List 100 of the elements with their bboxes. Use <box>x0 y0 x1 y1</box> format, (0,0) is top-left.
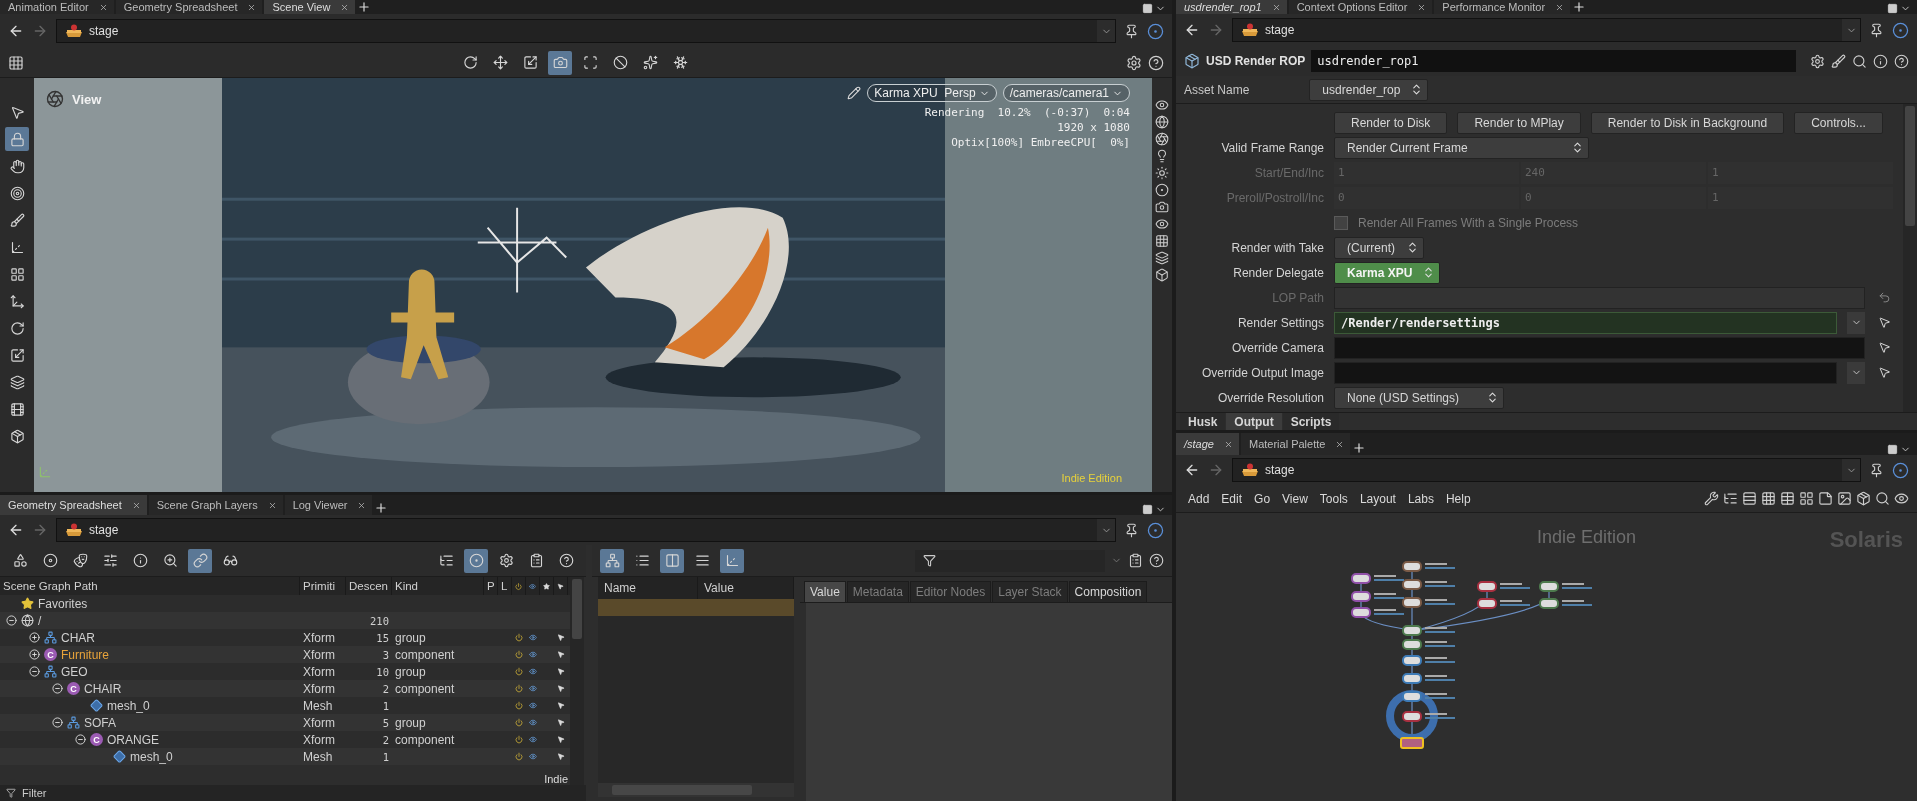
layers-icon[interactable] <box>1155 251 1169 265</box>
menu-dropdown[interactable]: Render Current Frame <box>1334 136 1589 159</box>
renderer-dropdown[interactable]: Karma XPU Persp <box>867 84 997 102</box>
eye-icon[interactable] <box>1155 217 1169 231</box>
grid-icon[interactable] <box>1155 234 1169 248</box>
scrollbar[interactable] <box>598 783 794 797</box>
pin-icon[interactable] <box>1124 23 1139 39</box>
close-icon[interactable] <box>131 500 141 510</box>
layout-grid-icon[interactable] <box>1799 491 1814 506</box>
render-button[interactable]: Render to Disk in Background <box>1590 111 1785 134</box>
aperture-icon[interactable] <box>1155 132 1169 146</box>
path-field[interactable]: stage <box>56 19 1116 43</box>
prim-name[interactable]: GEO <box>61 664 88 679</box>
dropdown-button[interactable] <box>1847 361 1865 384</box>
image-icon[interactable] <box>1837 491 1852 506</box>
close-icon[interactable] <box>357 500 367 510</box>
search-icon[interactable] <box>1852 53 1867 69</box>
power-icon[interactable] <box>515 717 523 728</box>
link-icon[interactable] <box>188 548 212 573</box>
path-field[interactable]: stage <box>56 518 1116 542</box>
render-button[interactable]: Controls... <box>1794 111 1883 134</box>
back-icon[interactable] <box>8 23 24 39</box>
scrollbar[interactable] <box>570 577 584 785</box>
pane-menu-icon[interactable] <box>1155 504 1166 515</box>
eye-icon[interactable] <box>1894 491 1909 506</box>
add-tab-icon[interactable] <box>357 0 372 14</box>
tab[interactable]: Scene Graph Layers <box>148 495 283 515</box>
menu-dropdown[interactable]: Karma XPU <box>1334 261 1441 284</box>
tab[interactable]: Scene View <box>264 0 356 14</box>
package-icon[interactable] <box>1856 491 1871 506</box>
path-field[interactable]: stage <box>1232 458 1861 482</box>
help-icon[interactable] <box>1148 54 1164 71</box>
table-icon[interactable] <box>1780 491 1795 506</box>
up-down-arrows-icon[interactable] <box>1406 241 1419 254</box>
settings-icon[interactable] <box>1126 54 1142 71</box>
camera-icon[interactable] <box>548 50 572 75</box>
close-icon[interactable] <box>98 2 108 12</box>
power-icon[interactable] <box>515 580 522 592</box>
menu-item[interactable]: Help <box>1441 491 1475 506</box>
pin-icon[interactable] <box>1869 462 1884 478</box>
pointer-icon[interactable] <box>1877 316 1891 329</box>
menu-item[interactable]: Tools <box>1315 491 1352 506</box>
help-icon[interactable] <box>1149 553 1164 568</box>
brush-icon[interactable] <box>1831 53 1846 69</box>
menu-item[interactable]: Layout <box>1355 491 1400 506</box>
help-icon[interactable] <box>1894 53 1909 69</box>
dropdown-button[interactable] <box>1847 311 1865 334</box>
rows-icon[interactable] <box>1742 491 1757 506</box>
lightbulb-icon[interactable] <box>1155 149 1169 163</box>
grid-icon[interactable] <box>8 54 24 71</box>
close-icon[interactable] <box>1223 439 1233 449</box>
close-icon[interactable] <box>340 2 350 12</box>
target-icon[interactable] <box>1155 183 1169 197</box>
tab[interactable]: Performance Monitor <box>1434 0 1571 14</box>
menu-item[interactable]: View <box>1278 491 1312 506</box>
menu-dropdown[interactable]: usdrender_rop <box>1309 78 1429 101</box>
pointer-icon[interactable] <box>557 683 565 694</box>
axis-icon[interactable] <box>720 548 744 573</box>
tab[interactable]: Animation Editor <box>0 0 114 14</box>
tab[interactable]: usdrender_rop1 <box>1176 0 1287 14</box>
tab[interactable]: Value <box>804 581 846 602</box>
pointer-icon[interactable] <box>557 751 565 762</box>
tab[interactable]: Context Options Editor <box>1288 0 1433 14</box>
close-icon[interactable] <box>1417 2 1427 12</box>
menu-item[interactable]: Edit <box>1217 491 1247 506</box>
sun-icon[interactable] <box>1155 166 1169 180</box>
power-icon[interactable] <box>515 649 523 660</box>
search-icon[interactable] <box>1875 491 1890 506</box>
power-icon[interactable] <box>515 734 523 745</box>
pointer-icon[interactable] <box>557 700 565 711</box>
power-icon[interactable] <box>515 700 523 711</box>
close-icon[interactable] <box>247 2 257 12</box>
prim-name[interactable]: CHAIR <box>84 681 122 696</box>
prim-name[interactable]: mesh_0 <box>130 749 173 764</box>
grid-icon[interactable] <box>1761 491 1776 506</box>
close-icon[interactable] <box>267 500 277 510</box>
collapse-icon[interactable] <box>6 615 17 626</box>
pin-icon[interactable] <box>1124 522 1139 538</box>
node-name-field[interactable]: usdrender_rop1 <box>1311 50 1796 72</box>
prim-name[interactable]: CHAR <box>61 630 95 645</box>
power-icon[interactable] <box>515 666 523 677</box>
menu-item[interactable]: Labs <box>1403 491 1438 506</box>
text-field[interactable]: /Render/rendersettings <box>1334 311 1837 334</box>
power-icon[interactable] <box>515 683 523 694</box>
render-button[interactable]: Render to MPlay <box>1457 111 1581 134</box>
back-icon[interactable] <box>1184 462 1200 478</box>
expand-icon[interactable] <box>29 649 40 660</box>
menu-item[interactable]: Add <box>1184 491 1214 506</box>
tab[interactable]: Material Palette <box>1240 433 1351 455</box>
scrollbar[interactable] <box>1903 104 1917 412</box>
prim-name[interactable]: SOFA <box>84 715 116 730</box>
collapse-icon[interactable] <box>52 717 63 728</box>
prim-name[interactable]: Favorites <box>38 596 88 611</box>
maximize-icon[interactable] <box>1887 444 1898 455</box>
cube-icon[interactable] <box>1155 268 1169 282</box>
tree-icon[interactable] <box>600 548 624 573</box>
tab[interactable]: Geometry Spreadsheet <box>115 0 263 14</box>
maximize-icon[interactable] <box>1142 504 1153 515</box>
expand-icon[interactable] <box>29 632 40 643</box>
prim-name[interactable]: ORANGE <box>107 732 159 747</box>
